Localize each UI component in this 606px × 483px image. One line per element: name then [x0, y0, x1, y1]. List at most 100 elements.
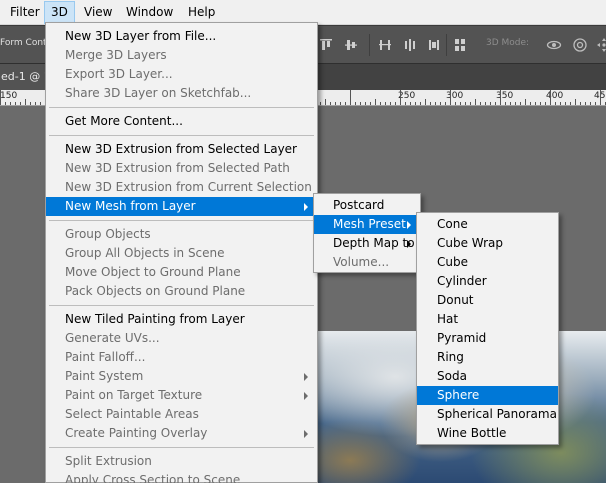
- 3d-menu-item-new-tiled-painting-from-layer[interactable]: New Tiled Painting from Layer: [46, 310, 317, 329]
- 3d-menu-item-get-more-content[interactable]: Get More Content...: [46, 112, 317, 131]
- 3d-menu-item-new-3d-extrusion-from-current-selection: New 3D Extrusion from Current Selection: [46, 178, 317, 197]
- ruler-tick: [345, 102, 346, 105]
- ruler-tick: [520, 102, 521, 105]
- ruler-tick: [420, 102, 421, 105]
- distribute-top-icon[interactable]: [377, 37, 393, 53]
- menu-item-label: New 3D Extrusion from Selected Layer: [65, 142, 297, 156]
- menu-item-label: Paint Falloff...: [65, 350, 146, 364]
- ruler-label: 400: [546, 91, 564, 101]
- ruler-tick: [545, 102, 546, 105]
- document-tab[interactable]: ed-1 @ 1: [0, 64, 48, 90]
- mesh-menu-item-depth-map-to[interactable]: Depth Map to: [314, 234, 420, 253]
- ruler-tick: [580, 102, 581, 105]
- menu-window[interactable]: Window: [120, 1, 179, 24]
- menu-item-label: Cylinder: [437, 274, 487, 288]
- preset-menu-item-cone[interactable]: Cone: [417, 215, 558, 234]
- ruler-tick: [330, 102, 331, 105]
- menu-item-label: Wine Bottle: [437, 426, 507, 440]
- roll-3d-icon[interactable]: [572, 37, 588, 53]
- submenu-arrow-icon: [304, 373, 308, 381]
- ruler-label: 300: [446, 91, 464, 101]
- menu-item-label: Export 3D Layer...: [65, 67, 173, 81]
- menu-3d[interactable]: 3D: [44, 1, 75, 24]
- auto-align-icon[interactable]: [452, 37, 468, 53]
- ruler-tick: [20, 102, 21, 105]
- menu-item-label: Cube: [437, 255, 468, 269]
- ruler-tick: [485, 102, 486, 105]
- ruler-tick: [455, 102, 456, 105]
- menu-item-label: Paint System: [65, 369, 144, 383]
- preset-menu-item-cube[interactable]: Cube: [417, 253, 558, 272]
- toolbar-separator: [446, 34, 447, 56]
- 3d-menu-item-merge-3d-layers: Merge 3D Layers: [46, 46, 317, 65]
- ruler-tick: [15, 102, 16, 105]
- ruler-tick: [370, 102, 371, 105]
- menu-item-label: Postcard: [333, 198, 385, 212]
- 3d-menu-item-new-3d-layer-from-file[interactable]: New 3D Layer from File...: [46, 27, 317, 46]
- preset-menu-item-soda[interactable]: Soda: [417, 367, 558, 386]
- ruler-tick: [395, 102, 396, 105]
- pan-3d-icon[interactable]: [596, 37, 606, 53]
- menu-item-label: Soda: [437, 369, 467, 383]
- ruler-tick: [430, 102, 431, 105]
- align-top-icon[interactable]: [318, 37, 334, 53]
- preset-menu-item-cylinder[interactable]: Cylinder: [417, 272, 558, 291]
- ruler-tick: [515, 102, 516, 105]
- menu-item-label: Move Object to Ground Plane: [65, 265, 241, 279]
- menu-item-label: Volume...: [333, 255, 390, 269]
- new-mesh-submenu: Postcard Mesh Preset Depth Map to Volume...: [313, 193, 421, 273]
- ruler-tick: [440, 102, 441, 105]
- menu-item-label: Pyramid: [437, 331, 487, 345]
- ruler-tick: [505, 102, 506, 105]
- submenu-arrow-icon: [407, 240, 411, 248]
- ruler-tick: [10, 102, 11, 105]
- preset-menu-item-sphere[interactable]: Sphere: [417, 386, 558, 405]
- menu-filter[interactable]: Filter: [4, 1, 46, 24]
- preset-menu-item-donut[interactable]: Donut: [417, 291, 558, 310]
- menu-item-label: Ring: [437, 350, 464, 364]
- menu-help[interactable]: Help: [182, 1, 221, 24]
- ruler-tick: [450, 90, 451, 105]
- ruler-tick: [30, 102, 31, 105]
- orbit-3d-icon[interactable]: [546, 37, 562, 53]
- ruler-tick: [495, 102, 496, 105]
- 3d-menu-dropdown: New 3D Layer from File... Merge 3D Layers…: [45, 22, 318, 483]
- distribute-center-icon[interactable]: [402, 37, 418, 53]
- menu-item-label: Mesh Preset: [333, 217, 406, 231]
- ruler-tick: [35, 102, 36, 105]
- submenu-arrow-icon: [304, 392, 308, 400]
- ruler-tick: [410, 102, 411, 105]
- 3d-menu-item-new-mesh-from-layer[interactable]: New Mesh from Layer: [46, 197, 317, 216]
- ruler-tick: [535, 102, 536, 105]
- 3d-menu-item-new-3d-extrusion-from-selected-layer[interactable]: New 3D Extrusion from Selected Layer: [46, 140, 317, 159]
- toolbar-separator: [369, 34, 370, 56]
- menu-item-label: New 3D Extrusion from Selected Path: [65, 161, 290, 175]
- 3d-menu-item-export-3d-layer: Export 3D Layer...: [46, 65, 317, 84]
- preset-menu-item-cube-wrap[interactable]: Cube Wrap: [417, 234, 558, 253]
- 3d-menu-item-share-3d-layer-on-sketchfab: Share 3D Layer on Sketchfab...: [46, 84, 317, 103]
- menu-item-label: Group All Objects in Scene: [65, 246, 225, 260]
- 3d-menu-item-paint-system: Paint System: [46, 367, 317, 386]
- preset-menu-item-pyramid[interactable]: Pyramid: [417, 329, 558, 348]
- ruler-tick: [390, 102, 391, 105]
- ruler-tick: [380, 102, 381, 105]
- distribute-bottom-icon[interactable]: [426, 37, 442, 53]
- align-vertical-center-icon[interactable]: [343, 37, 359, 53]
- mesh-menu-item-mesh-preset[interactable]: Mesh Preset: [314, 215, 420, 234]
- ruler-tick: [560, 102, 561, 105]
- menu-item-label: Group Objects: [65, 227, 151, 241]
- preset-menu-item-ring[interactable]: Ring: [417, 348, 558, 367]
- menu-view[interactable]: View: [78, 1, 118, 24]
- preset-menu-item-spherical-panorama[interactable]: Spherical Panorama: [417, 405, 558, 424]
- preset-menu-item-hat[interactable]: Hat: [417, 310, 558, 329]
- ruler-tick: [470, 102, 471, 105]
- menu-item-label: Get More Content...: [65, 114, 183, 128]
- ruler-tick: [530, 102, 531, 105]
- 3d-menu-item-new-3d-extrusion-from-selected-path: New 3D Extrusion from Selected Path: [46, 159, 317, 178]
- ruler-tick: [565, 102, 566, 105]
- menu-item-label: Apply Cross Section to Scene: [65, 473, 241, 483]
- preset-menu-item-wine-bottle[interactable]: Wine Bottle: [417, 424, 558, 443]
- 3d-menu-item-select-paintable-areas: Select Paintable Areas: [46, 405, 317, 424]
- mesh-menu-item-postcard[interactable]: Postcard: [314, 196, 420, 215]
- ruler-tick: [480, 102, 481, 105]
